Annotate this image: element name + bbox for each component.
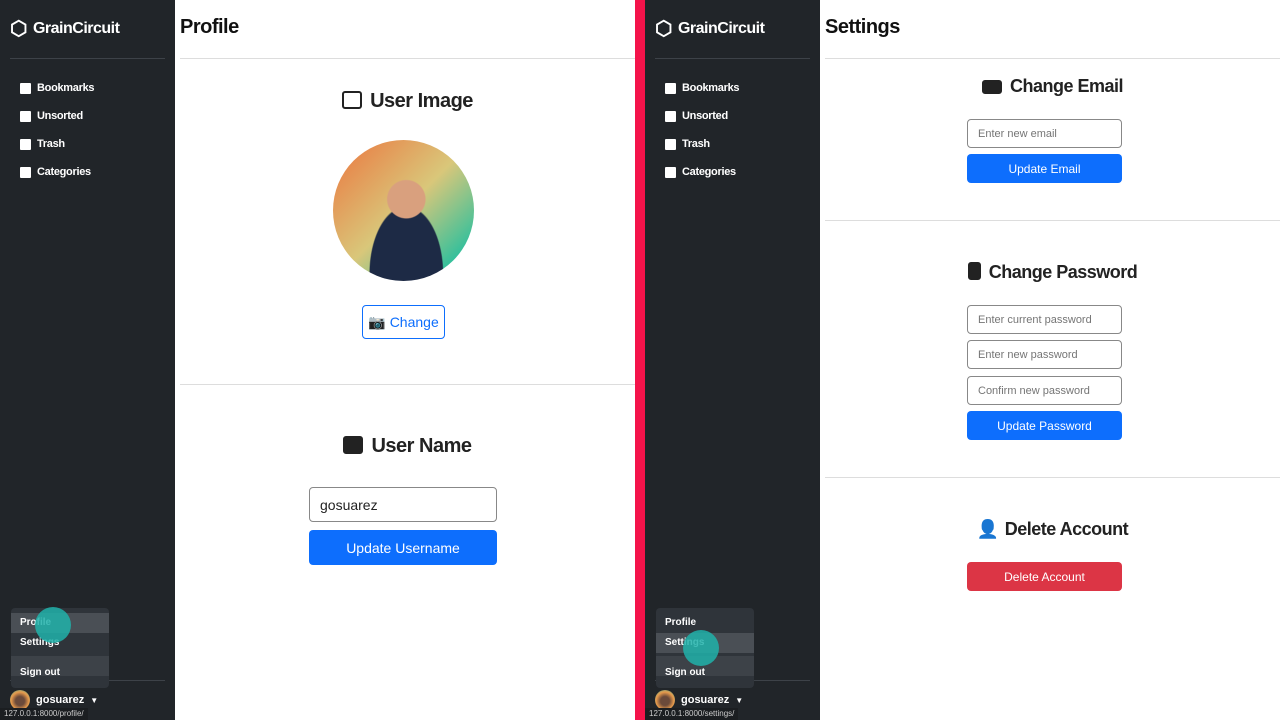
folder-icon [20, 166, 31, 178]
sidebar: ⬡ GrainCircuit Bookmarks Unsorted Trash C… [645, 0, 820, 720]
id-card-icon [343, 436, 364, 454]
user-delete-icon: 👤 [976, 519, 999, 539]
sidebar-item-unsorted[interactable]: Unsorted [20, 102, 94, 130]
current-password-input[interactable] [967, 305, 1122, 334]
update-email-button[interactable]: Update Email [967, 154, 1122, 183]
menu-item-sign-out[interactable]: Sign out [11, 663, 109, 683]
click-indicator [683, 630, 719, 666]
settings-panel: ⬡ GrainCircuit Bookmarks Unsorted Trash C… [645, 0, 1280, 720]
status-url: 127.0.0.1:8000/profile/ [0, 708, 88, 720]
user-name-heading: User Name [180, 435, 635, 458]
user-portrait-icon [342, 91, 363, 109]
panel-divider [635, 0, 645, 720]
new-email-input[interactable] [967, 119, 1122, 148]
bookmark-icon [20, 82, 31, 94]
sidebar: ⬡ GrainCircuit Bookmarks Unsorted Trash C… [0, 0, 175, 720]
archive-icon [665, 110, 676, 122]
change-password-heading: Change Password [825, 262, 1280, 283]
status-url: 127.0.0.1:8000/settings/ [645, 708, 739, 720]
folder-icon [665, 166, 676, 178]
user-dropdown-toggle[interactable]: gosuarez ▼ [655, 690, 743, 710]
delete-account-button[interactable]: Delete Account [967, 562, 1122, 591]
divider [825, 477, 1280, 478]
user-dropdown-toggle[interactable]: gosuarez ▼ [10, 690, 98, 710]
brand[interactable]: ⬡ GrainCircuit [655, 16, 765, 41]
divider [825, 58, 1280, 59]
caret-down-icon: ▼ [735, 695, 744, 705]
sidebar-item-categories[interactable]: Categories [20, 158, 94, 186]
change-image-button[interactable]: 📷 Change [362, 305, 445, 339]
change-email-heading: Change Email [825, 76, 1280, 97]
sidebar-item-unsorted[interactable]: Unsorted [665, 102, 739, 130]
menu-item-sign-out[interactable]: Sign out [656, 663, 754, 683]
sidebar-item-bookmarks[interactable]: Bookmarks [665, 74, 740, 102]
divider [180, 58, 635, 59]
avatar [10, 690, 30, 710]
delete-account-heading: 👤 Delete Account [976, 519, 1129, 539]
page-title: Profile [180, 16, 239, 38]
update-username-button[interactable]: Update Username [309, 530, 497, 565]
bookmark-icon [665, 82, 676, 94]
sidebar-item-trash[interactable]: Trash [20, 130, 94, 158]
username-input[interactable] [309, 487, 497, 522]
sidebar-item-categories[interactable]: Categories [665, 158, 739, 186]
update-password-button[interactable]: Update Password [967, 411, 1122, 440]
envelope-icon [981, 80, 1002, 94]
click-indicator [35, 607, 71, 643]
camera-icon: 📷 [368, 313, 386, 330]
confirm-password-input[interactable] [967, 376, 1122, 405]
divider [180, 384, 635, 385]
trash-icon [20, 138, 31, 150]
page-title: Settings [825, 16, 900, 38]
archive-icon [20, 110, 31, 122]
cubes-logo-icon: ⬡ [655, 18, 672, 40]
sidebar-item-bookmarks[interactable]: Bookmarks [20, 74, 95, 102]
divider [10, 58, 165, 59]
brand[interactable]: ⬡ GrainCircuit [10, 16, 120, 41]
sidebar-item-trash[interactable]: Trash [665, 130, 739, 158]
trash-icon [665, 138, 676, 150]
user-image-heading: User Image [180, 90, 635, 113]
new-password-input[interactable] [967, 340, 1122, 369]
cubes-logo-icon: ⬡ [10, 18, 27, 40]
divider [655, 58, 810, 59]
lock-file-icon [967, 262, 981, 280]
profile-panel: ⬡ GrainCircuit Bookmarks Unsorted Trash C… [0, 0, 635, 720]
profile-image [333, 140, 474, 281]
caret-down-icon: ▼ [90, 695, 99, 705]
avatar [655, 690, 675, 710]
divider [825, 220, 1280, 221]
